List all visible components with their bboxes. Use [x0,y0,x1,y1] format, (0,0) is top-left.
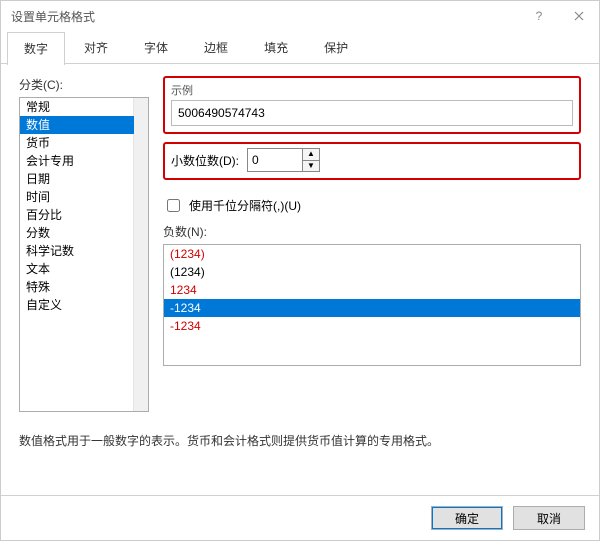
category-item[interactable]: 自定义 [20,296,134,314]
titlebar: 设置单元格格式 ? [1,1,599,31]
category-item[interactable]: 常规 [20,98,134,116]
format-cells-dialog: 设置单元格格式 ? 数字对齐字体边框填充保护 分类(C): 常规数值货币会计专用… [0,0,600,541]
thousands-row: 使用千位分隔符(,)(U) [163,196,581,215]
sample-label: 示例 [171,82,573,98]
negative-format-item[interactable]: (1234) [164,245,580,263]
decimal-places-input[interactable] [248,149,302,171]
category-item[interactable]: 百分比 [20,206,134,224]
negative-format-item[interactable]: -1234 [164,299,580,317]
format-description: 数值格式用于一般数字的表示。货币和会计格式则提供货币值计算的专用格式。 [19,432,581,449]
settings-column: 示例 5006490574743 小数位数(D): ▲ ▼ [163,76,581,412]
decimal-places-label: 小数位数(D): [171,152,239,169]
category-item[interactable]: 时间 [20,188,134,206]
tab-2[interactable]: 字体 [127,31,185,64]
tab-1[interactable]: 对齐 [67,31,125,64]
category-column: 分类(C): 常规数值货币会计专用日期时间百分比分数科学记数文本特殊自定义 [19,76,149,412]
tab-0[interactable]: 数字 [7,32,65,65]
negative-format-item[interactable]: 1234 [164,281,580,299]
category-list[interactable]: 常规数值货币会计专用日期时间百分比分数科学记数文本特殊自定义 [19,97,149,412]
tabs: 数字对齐字体边框填充保护 [1,31,599,64]
tab-4[interactable]: 填充 [247,31,305,64]
decimal-highlight-box: 小数位数(D): ▲ ▼ [163,142,581,180]
close-icon [574,11,584,21]
category-item[interactable]: 特殊 [20,278,134,296]
category-item[interactable]: 日期 [20,170,134,188]
category-item[interactable]: 数值 [20,116,134,134]
cancel-button[interactable]: 取消 [513,506,585,530]
sample-highlight-box: 示例 5006490574743 [163,76,581,134]
window-title: 设置单元格格式 [11,8,95,25]
category-item[interactable]: 文本 [20,260,134,278]
category-label: 分类(C): [19,76,149,93]
thousands-checkbox[interactable] [167,199,180,212]
spinner-down-icon[interactable]: ▼ [303,161,319,172]
help-button[interactable]: ? [519,1,559,31]
tab-3[interactable]: 边框 [187,31,245,64]
category-item[interactable]: 分数 [20,224,134,242]
window-buttons: ? [519,1,599,31]
negative-format-item[interactable]: -1234 [164,317,580,335]
spinner-arrows: ▲ ▼ [302,149,319,171]
category-item[interactable]: 会计专用 [20,152,134,170]
category-item[interactable]: 科学记数 [20,242,134,260]
spinner-up-icon[interactable]: ▲ [303,149,319,161]
thousands-label: 使用千位分隔符(,)(U) [189,197,301,214]
negative-numbers-list[interactable]: (1234)(1234)1234-1234-1234 [163,244,581,366]
negative-format-item[interactable]: (1234) [164,263,580,281]
sample-value: 5006490574743 [171,100,573,126]
category-item[interactable]: 货币 [20,134,134,152]
decimal-places-spinner[interactable]: ▲ ▼ [247,148,320,172]
tab-5[interactable]: 保护 [307,31,365,64]
close-button[interactable] [559,1,599,31]
ok-button[interactable]: 确定 [431,506,503,530]
dialog-body: 分类(C): 常规数值货币会计专用日期时间百分比分数科学记数文本特殊自定义 示例… [1,64,599,495]
negative-label: 负数(N): [163,223,581,240]
dialog-footer: 确定 取消 [1,495,599,540]
columns: 分类(C): 常规数值货币会计专用日期时间百分比分数科学记数文本特殊自定义 示例… [19,76,581,412]
